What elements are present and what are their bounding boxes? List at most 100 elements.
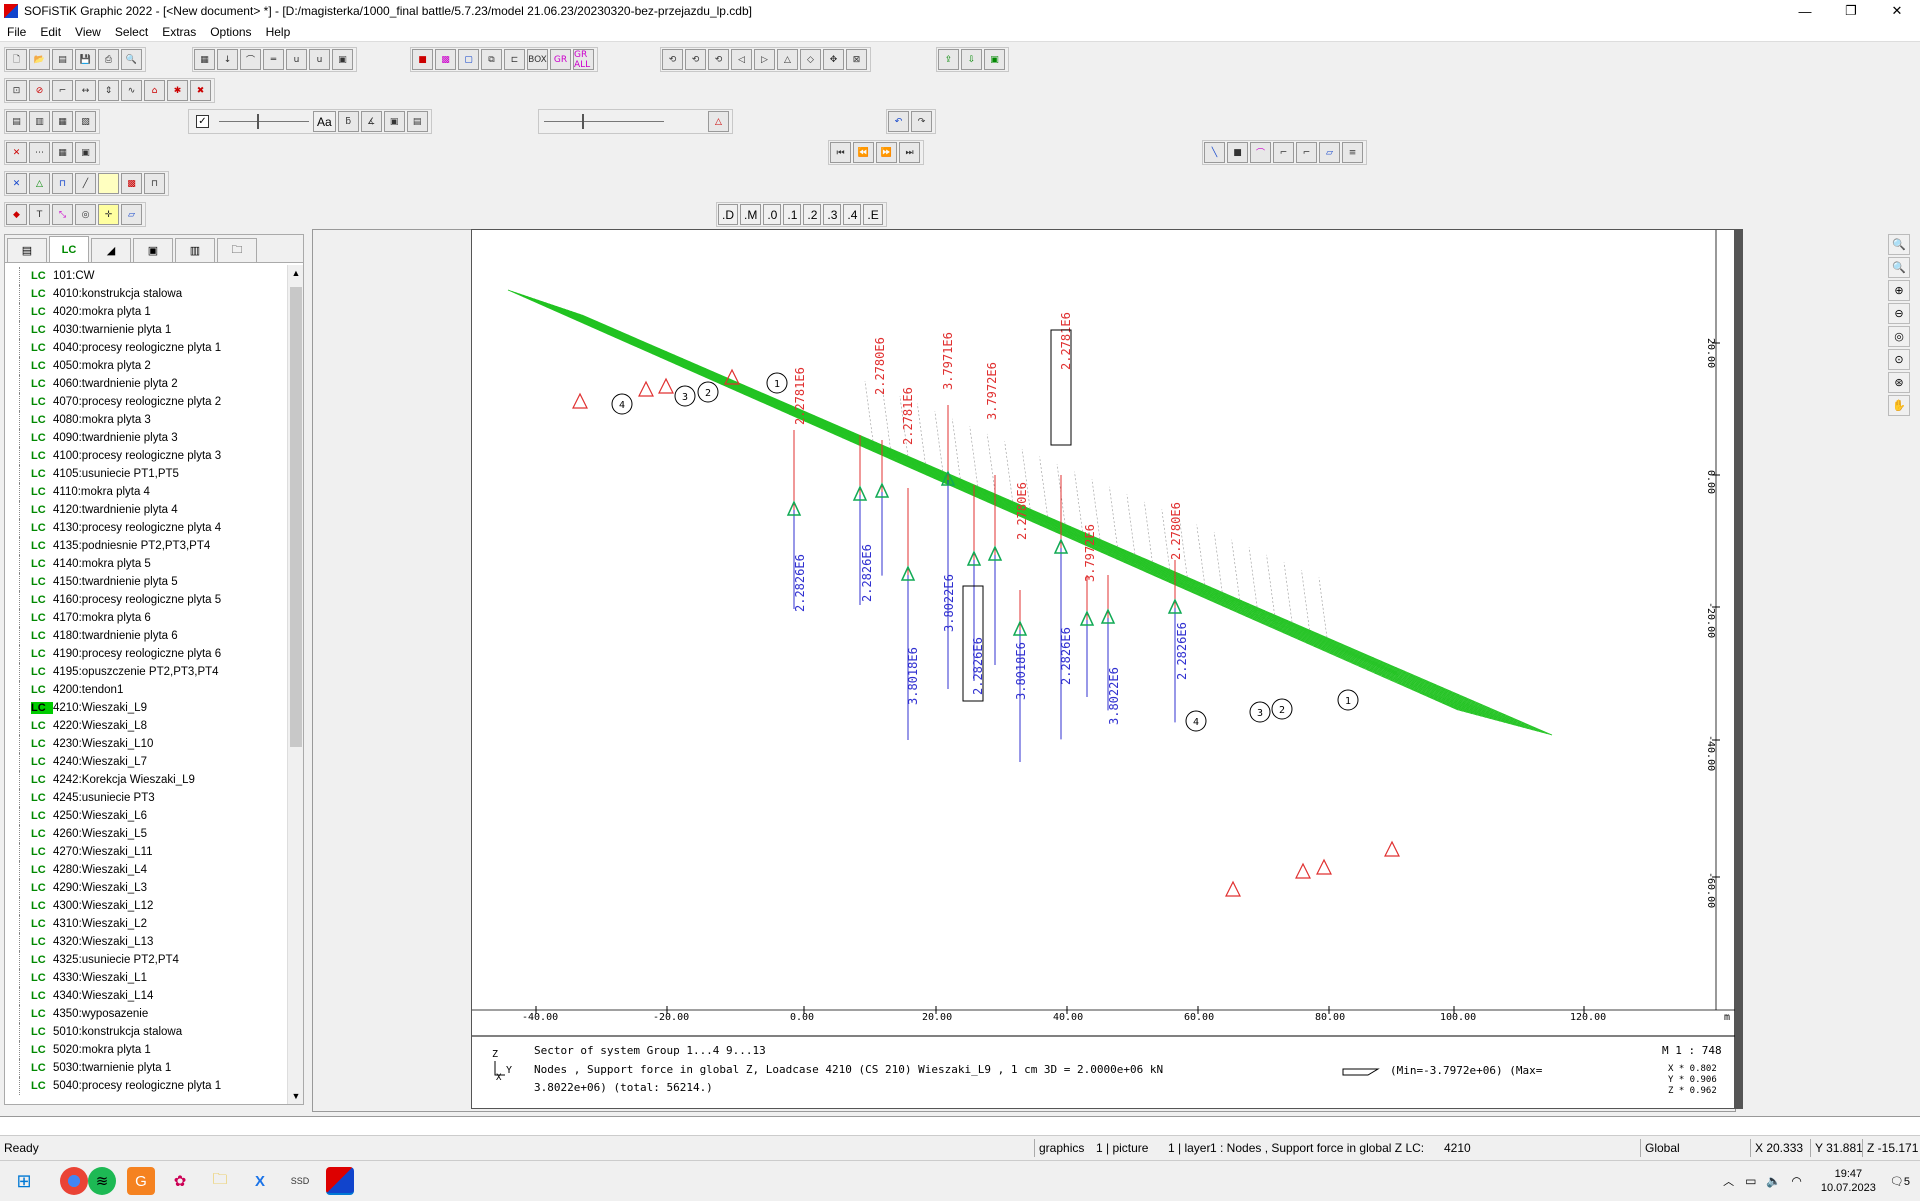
loadcase-item[interactable]: LC 4260:Wieszaki_L5 bbox=[5, 825, 287, 843]
tool3-icon[interactable]: ⌐ bbox=[52, 80, 73, 101]
tab-section-icon[interactable]: ▥ bbox=[175, 238, 215, 262]
layers2-icon[interactable]: ▥ bbox=[29, 111, 50, 132]
zoom-out-icon[interactable]: ⊖ bbox=[1888, 303, 1910, 324]
mode2-icon[interactable]: T bbox=[29, 204, 50, 225]
tool1-icon[interactable]: ⊡ bbox=[6, 80, 27, 101]
scale-icon[interactable]: △ bbox=[708, 111, 729, 132]
loadcase-item[interactable]: LC 4245:usuniecie PT3 bbox=[5, 789, 287, 807]
stop-icon[interactable]: ■ bbox=[412, 49, 433, 70]
tab-lc[interactable]: LC bbox=[49, 236, 89, 262]
mode3-icon[interactable]: ⤡ bbox=[52, 204, 73, 225]
loadcase-item[interactable]: LC 4230:Wieszaki_L10 bbox=[5, 735, 287, 753]
loadcase-item[interactable]: LC 4050:mokra plyta 2 bbox=[5, 357, 287, 375]
edit4-icon[interactable]: ▣ bbox=[75, 142, 96, 163]
layers1-icon[interactable]: ▤ bbox=[6, 111, 27, 132]
menu-help[interactable]: Help bbox=[259, 25, 298, 39]
loadcase-item[interactable]: LC 4030:twarnienie plyta 1 bbox=[5, 321, 287, 339]
loadcase-item[interactable]: LC 4280:Wieszaki_L4 bbox=[5, 861, 287, 879]
display-checkbox[interactable]: ✓ bbox=[196, 115, 209, 128]
loadcase-item[interactable]: LC 4010:konstrukcja stalowa bbox=[5, 285, 287, 303]
tab-graphic-icon[interactable]: ▣ bbox=[133, 238, 173, 262]
save-icon[interactable]: 💾 bbox=[75, 49, 96, 70]
frame2-icon[interactable]: ⊏ bbox=[504, 49, 525, 70]
loadcase-item[interactable]: LC 4350:wyposazenie bbox=[5, 1005, 287, 1023]
loadcase-item[interactable]: LC 4250:Wieszaki_L6 bbox=[5, 807, 287, 825]
panel-icon[interactable]: ▣ bbox=[332, 49, 353, 70]
shape-icon[interactable]: ■ bbox=[1227, 142, 1248, 163]
open-file-icon[interactable]: 📂 bbox=[29, 49, 50, 70]
menu-extras[interactable]: Extras bbox=[155, 25, 203, 39]
scroll-up-icon[interactable]: ▲ bbox=[288, 265, 304, 281]
first-frame-icon[interactable]: ⏮ bbox=[830, 142, 851, 163]
font-box-icon[interactable]: ▣ bbox=[383, 111, 405, 132]
file-explorer-icon[interactable]: 🗀 bbox=[206, 1167, 234, 1195]
loadcase-item[interactable]: LC 4110:mokra plyta 4 bbox=[5, 483, 287, 501]
el6-icon[interactable]: ▩ bbox=[121, 173, 142, 194]
scale-slider[interactable] bbox=[544, 111, 664, 132]
loadcase-item[interactable]: LC 4020:mokra plyta 1 bbox=[5, 303, 287, 321]
tray-chevron-icon[interactable]: ︿ bbox=[1723, 1173, 1734, 1189]
app-paint-icon[interactable]: ✿ bbox=[166, 1167, 194, 1195]
hatch2-icon[interactable]: ≡ bbox=[1342, 142, 1363, 163]
layers4-icon[interactable]: ▧ bbox=[75, 111, 96, 132]
tab-tree-icon[interactable]: ▤ bbox=[7, 238, 47, 262]
loadcase-item[interactable]: LC 101:CW bbox=[5, 267, 287, 285]
copy-icon[interactable]: ⧉ bbox=[481, 49, 502, 70]
loadcase-item[interactable]: LC 4325:usuniecie PT2,PT4 bbox=[5, 951, 287, 969]
redo-icon[interactable]: ↷ bbox=[911, 111, 932, 132]
plane-icon[interactable]: ▱ bbox=[1319, 142, 1340, 163]
arrow-down-icon[interactable]: ↓ bbox=[217, 49, 238, 70]
pan-hand-icon[interactable]: ✋ bbox=[1888, 395, 1910, 416]
frame-icon[interactable]: ▢ bbox=[458, 49, 479, 70]
edit3-icon[interactable]: ▦ bbox=[52, 142, 73, 163]
loadcase-item[interactable]: LC 4310:Wieszaki_L2 bbox=[5, 915, 287, 933]
tab-folder-icon[interactable]: 🗀 bbox=[217, 238, 257, 262]
loadcase-item[interactable]: LC 4270:Wieszaki_L11 bbox=[5, 843, 287, 861]
command-line[interactable] bbox=[0, 1116, 1920, 1136]
new-file-icon[interactable]: 🗋 bbox=[6, 49, 27, 70]
view-top-icon[interactable]: △ bbox=[777, 49, 798, 70]
loadcase-item[interactable]: LC 4150:twardnienie plyta 5 bbox=[5, 573, 287, 591]
view-front-icon[interactable]: ◁ bbox=[731, 49, 752, 70]
loadcase-item[interactable]: LC 5030:twarnienie plyta 1 bbox=[5, 1059, 287, 1077]
line-icon[interactable]: ╲ bbox=[1204, 142, 1225, 163]
gr-button[interactable]: GR bbox=[550, 49, 571, 70]
loadcase-item[interactable]: LC 4195:opuszczenie PT2,PT3,PT4 bbox=[5, 663, 287, 681]
rotate-x-icon[interactable]: ⟲ bbox=[662, 49, 683, 70]
app-orange-icon[interactable]: G bbox=[127, 1167, 155, 1195]
zoom-in-icon[interactable]: ⊕ bbox=[1888, 280, 1910, 301]
mode1-icon[interactable]: ◆ bbox=[6, 204, 27, 225]
mode4-icon[interactable]: ◎ bbox=[75, 204, 96, 225]
graphic-canvas[interactable]: 1 2 3 4 1 2 3 4 2.2781E6 2.2780E6 2.2781E6 3.7971E… bbox=[471, 229, 1736, 1109]
open-db-icon[interactable]: ▤ bbox=[52, 49, 73, 70]
rotate-z-icon[interactable]: ⟲ bbox=[708, 49, 729, 70]
view-2-button[interactable]: .2 bbox=[803, 204, 822, 225]
edit1-icon[interactable]: ✕ bbox=[6, 142, 27, 163]
loadcase-item[interactable]: LC 4140:mokra plyta 5 bbox=[5, 555, 287, 573]
size-slider[interactable] bbox=[219, 111, 309, 132]
loadcase-item[interactable]: LC 4220:Wieszaki_L8 bbox=[5, 717, 287, 735]
gr-all-button[interactable]: GR ALL bbox=[573, 49, 594, 70]
tool4-icon[interactable]: ↔ bbox=[75, 80, 96, 101]
loadcase-item[interactable]: LC 4320:Wieszaki_L13 bbox=[5, 933, 287, 951]
scroll-thumb[interactable] bbox=[290, 287, 302, 747]
menu-options[interactable]: Options bbox=[203, 25, 258, 39]
view-iso-icon[interactable]: ◇ bbox=[800, 49, 821, 70]
tool5-icon[interactable]: ⇕ bbox=[98, 80, 119, 101]
tray-wifi-icon[interactable]: ◠ bbox=[1791, 1174, 1801, 1188]
step1-icon[interactable]: ⌐ bbox=[1273, 142, 1294, 163]
loadcase-item[interactable]: LC 4190:procesy reologiczne plyta 6 bbox=[5, 645, 287, 663]
el4-icon[interactable]: ╱ bbox=[75, 173, 96, 194]
font-style-icon[interactable]: ƃ bbox=[337, 111, 359, 132]
undo-icon[interactable]: ↶ bbox=[888, 111, 909, 132]
tool9-icon[interactable]: ✖ bbox=[190, 80, 211, 101]
tray-volume-icon[interactable]: 🔈 bbox=[1766, 1174, 1781, 1188]
menu-view[interactable]: View bbox=[68, 25, 108, 39]
font-table-icon[interactable]: ▤ bbox=[406, 111, 428, 132]
mode5-icon[interactable]: ✛ bbox=[98, 204, 119, 225]
view-1-button[interactable]: .1 bbox=[783, 204, 802, 225]
box-button[interactable]: BOX bbox=[527, 49, 548, 70]
el3-icon[interactable]: ⊓ bbox=[52, 173, 73, 194]
loadcase-item[interactable]: LC 4210:Wieszaki_L9 bbox=[5, 699, 287, 717]
tool8-icon[interactable]: ✱ bbox=[167, 80, 188, 101]
